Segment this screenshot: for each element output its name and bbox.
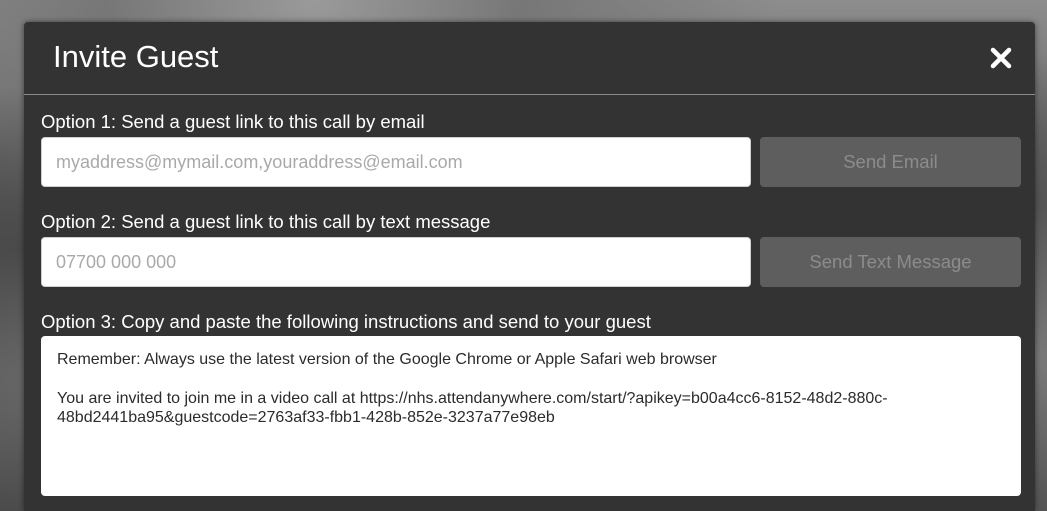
send-text-message-button[interactable]: Send Text Message xyxy=(760,237,1021,287)
dialog-title: Invite Guest xyxy=(53,39,219,74)
close-button[interactable] xyxy=(989,46,1013,70)
send-email-button[interactable]: Send Email xyxy=(760,137,1021,187)
email-field[interactable] xyxy=(41,137,751,187)
option2-label: Option 2: Send a guest link to this call… xyxy=(41,211,491,232)
phone-field[interactable] xyxy=(41,237,751,287)
dialog-header: Invite Guest xyxy=(24,22,1035,95)
option3-label: Option 3: Copy and paste the following i… xyxy=(41,311,651,332)
instructions-invite-link: You are invited to join me in a video ca… xyxy=(57,389,888,427)
invite-guest-dialog: Invite Guest Option 1: Send a guest link… xyxy=(24,22,1035,511)
instructions-browser-note: Remember: Always use the latest version … xyxy=(57,351,717,368)
close-icon xyxy=(990,47,1012,69)
option1-label: Option 1: Send a guest link to this call… xyxy=(41,111,425,132)
instructions-textarea[interactable]: Remember: Always use the latest version … xyxy=(41,336,1021,496)
